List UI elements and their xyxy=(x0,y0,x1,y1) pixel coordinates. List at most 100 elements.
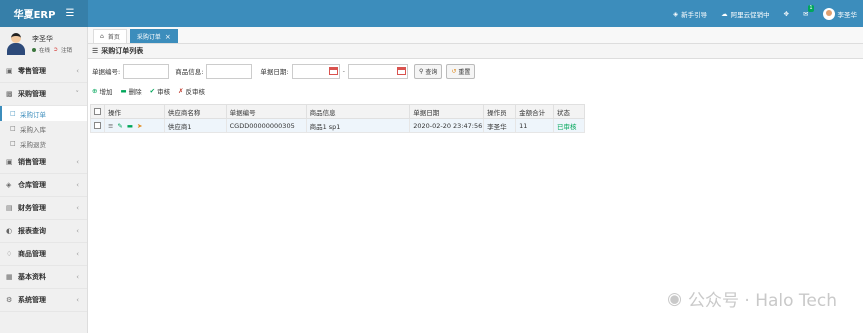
sidebar-item-finance[interactable]: ▤ 财务管理 ‹ xyxy=(0,197,87,220)
sidebar-sub-purchase-order[interactable]: □ 采购订单 xyxy=(0,106,87,121)
tab-bar: ⌂ 首页 采购订单 × xyxy=(88,27,863,44)
col-date[interactable]: 单据日期 xyxy=(409,104,485,119)
sidebar-item-goods[interactable]: ♢ 商品管理 ‹ xyxy=(0,243,87,266)
brand-logo[interactable]: 华夏ERP xyxy=(14,6,56,21)
panel-title: 采购订单列表 xyxy=(101,47,144,55)
sidebar-item-retail[interactable]: ▣ 零售管理 ‹ xyxy=(0,60,87,83)
user-panel: 李圣华 在线 ➲ 注销 xyxy=(0,27,87,60)
chevron-left-icon: ‹ xyxy=(76,227,79,235)
goods-input[interactable] xyxy=(206,63,253,79)
reset-icon: ↺ xyxy=(451,67,457,75)
row-operator: 李圣华 xyxy=(483,118,517,133)
notifications-button[interactable]: ✉ 1 xyxy=(803,4,814,18)
delete-icon: ▬ xyxy=(120,86,127,95)
reset-button[interactable]: ↺ 重置 xyxy=(446,63,476,79)
chevron-left-icon: ‹ xyxy=(76,250,79,258)
select-all-checkbox[interactable] xyxy=(94,108,101,115)
doc-icon: □ xyxy=(10,110,16,117)
close-icon[interactable]: × xyxy=(165,33,171,41)
home-icon: ⌂ xyxy=(100,33,104,40)
chevron-left-icon: ‹ xyxy=(76,273,79,281)
sales-icon: ▣ xyxy=(6,158,13,166)
tab-purchase-order[interactable]: 采购订单 × xyxy=(129,29,178,43)
data-icon: ▦ xyxy=(6,273,13,281)
settings-icon: ⚙ xyxy=(6,296,13,304)
col-bill-no[interactable]: 单据编号 xyxy=(225,104,307,119)
col-amount[interactable]: 金额合计 xyxy=(515,104,554,119)
row-select-cell[interactable] xyxy=(90,118,105,133)
list-icon: ☰ xyxy=(92,47,99,55)
date-start-field[interactable] xyxy=(291,63,340,79)
row-amount: 11 xyxy=(515,118,554,133)
date-label: 单据日期: xyxy=(260,68,289,76)
guide-label: 新手引导 xyxy=(681,10,708,19)
tab-home[interactable]: ⌂ 首页 xyxy=(93,29,127,43)
cart-icon: ▣ xyxy=(6,67,13,75)
sidebar-item-warehouse[interactable]: ◈ 仓库管理 ‹ xyxy=(0,174,87,197)
sidebar-item-sales[interactable]: ▣ 销售管理 ‹ xyxy=(0,151,87,174)
detail-icon[interactable]: ≡ xyxy=(108,122,113,130)
sidebar-item-basic-data[interactable]: ▦ 基本资料 ‹ xyxy=(0,266,87,289)
sidebar-item-reports[interactable]: ◐ 报表查询 ‹ xyxy=(0,220,87,243)
orders-table: 操作 供应商名称 单据编号 商品信息 单据日期 操作员 金额合计 状态 ≡ ✎ … xyxy=(90,104,586,133)
sidebar-item-purchase[interactable]: ▩ 采购管理 ˅ xyxy=(0,83,87,106)
row-status: 已审核 xyxy=(552,118,586,133)
date-separator: - xyxy=(342,67,345,75)
wechat-icon: ◉ xyxy=(667,288,682,309)
date-end-field[interactable] xyxy=(347,63,408,79)
goods-icon: ♢ xyxy=(6,250,13,258)
doc-icon: □ xyxy=(10,125,16,132)
user-name: 李圣华 xyxy=(32,34,53,43)
sidebar-item-system[interactable]: ⚙ 系统管理 ‹ xyxy=(0,289,87,312)
sidebar: 李圣华 在线 ➲ 注销 ▣ 零售管理 ‹ ▩ 采购管理 ˅ □ 采购订单 □ 采… xyxy=(0,27,88,333)
panel-header: ☰ 采购订单列表 xyxy=(88,44,863,59)
box-icon: ▩ xyxy=(6,90,13,98)
undo-icon: ✗ xyxy=(178,86,184,95)
row-checkbox[interactable] xyxy=(94,122,101,129)
action-toolbar: ⊕ 增加 ▬ 删除 ✔ 审核 ✗ 反审核 xyxy=(88,83,863,98)
watermark: ◉ 公众号 · Halo Tech xyxy=(667,288,837,312)
row-goods: 商品1 sp1 xyxy=(305,118,411,133)
fullscreen-button[interactable]: ✥ xyxy=(784,10,789,18)
search-icon: ⚲ xyxy=(418,67,424,75)
calendar-icon[interactable] xyxy=(396,66,406,75)
user-menu[interactable]: 李圣华 xyxy=(822,7,858,20)
avatar xyxy=(6,32,26,55)
delete-row-icon[interactable]: ▬ xyxy=(127,122,133,130)
sidebar-sub-purchase-return[interactable]: □ 采购退货 xyxy=(0,136,87,151)
convert-icon[interactable]: ➤ xyxy=(137,122,142,130)
col-operator[interactable]: 操作员 xyxy=(483,104,517,119)
table-header-row: 操作 供应商名称 单据编号 商品信息 单据日期 操作员 金额合计 状态 xyxy=(90,104,586,119)
table-row[interactable]: ≡ ✎ ▬ ➤ 供应商1 CGDD00000000305 商品1 sp1 202… xyxy=(90,118,586,133)
col-ops: 操作 xyxy=(103,104,165,119)
calendar-icon[interactable] xyxy=(328,66,338,75)
cloud-label: 阿里云促销中 xyxy=(730,10,770,19)
bill-no-input[interactable] xyxy=(123,63,170,79)
chevron-left-icon: ‹ xyxy=(76,181,79,189)
col-goods[interactable]: 商品信息 xyxy=(305,104,411,119)
edit-icon[interactable]: ✎ xyxy=(117,122,122,130)
audit-button[interactable]: ✔ 审核 xyxy=(150,86,170,96)
chevron-down-icon: ˅ xyxy=(75,90,80,98)
diamond-icon: ◈ xyxy=(673,9,679,18)
guide-link[interactable]: ◈ 新手引导 xyxy=(673,9,707,19)
row-supplier: 供应商1 xyxy=(163,118,227,133)
finance-icon: ▤ xyxy=(6,204,13,212)
col-supplier[interactable]: 供应商名称 xyxy=(163,104,227,119)
delete-button[interactable]: ▬ 删除 xyxy=(120,86,141,96)
add-button[interactable]: ⊕ 增加 xyxy=(92,86,112,96)
unaudit-button[interactable]: ✗ 反审核 xyxy=(178,86,205,96)
report-icon: ◐ xyxy=(6,227,13,235)
warehouse-icon: ◈ xyxy=(6,181,12,189)
add-icon: ⊕ xyxy=(92,86,98,95)
user-menu-name: 李圣华 xyxy=(837,10,858,19)
logout-icon[interactable]: ➲ xyxy=(53,46,58,53)
cloud-promo-link[interactable]: ☁ 阿里云促销中 xyxy=(721,9,770,19)
logout-link[interactable]: 注销 xyxy=(61,46,72,54)
select-all-cell[interactable] xyxy=(90,104,105,119)
bill-no-label: 单据编号: xyxy=(92,68,121,76)
query-button[interactable]: ⚲ 查询 xyxy=(413,63,443,79)
col-status[interactable]: 状态 xyxy=(552,104,586,119)
menu-toggle-icon[interactable]: ☰ xyxy=(65,8,74,19)
sidebar-sub-purchase-in[interactable]: □ 采购入库 xyxy=(0,121,87,136)
